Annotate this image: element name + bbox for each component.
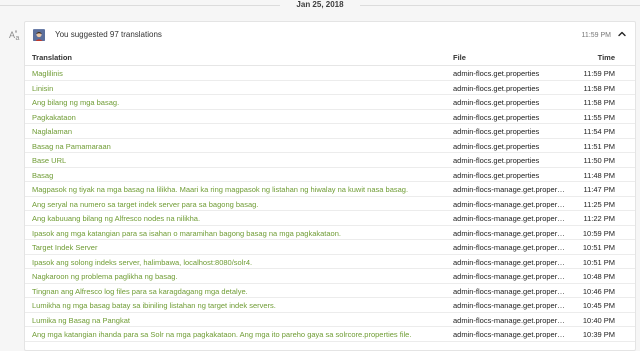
file-name: admin-flocs-manage.get.properties bbox=[453, 272, 565, 281]
table-row: Magpasok ng tiyak na mga basag na lilikh… bbox=[25, 182, 635, 197]
translation-link[interactable]: Nagkaroon ng problema paglikha ng basag. bbox=[32, 272, 447, 281]
activity-card: You suggested 97 translations 11:59 PM T… bbox=[24, 21, 636, 351]
row-time: 10:39 PM bbox=[582, 330, 615, 339]
file-name: admin-flocs.get.properties bbox=[453, 112, 540, 122]
translate-icon: A a bbox=[9, 29, 23, 41]
file-name: admin-flocs.get.properties bbox=[453, 170, 540, 180]
translation-link[interactable]: Lumikha ng mga basag batay sa ibiniling … bbox=[32, 301, 447, 310]
table-row: Naglalaman admin-flocs.get.properties 11:5… bbox=[25, 124, 635, 139]
file-name: admin-flocs-manage.get.properties bbox=[453, 286, 565, 296]
translation-link[interactable]: Magpasok ng tiyak na mga basag na lilikh… bbox=[32, 185, 447, 194]
row-time: 10:51 PM bbox=[582, 257, 615, 267]
row-time: 10:45 PM bbox=[582, 301, 615, 310]
table-row: Basag na Pamamaraan admin-flocs.get.prope… bbox=[25, 139, 635, 153]
row-time: 11:54 PM bbox=[583, 127, 615, 136]
row-time: 11:50 PM bbox=[583, 156, 615, 165]
translation-link[interactable]: Basag bbox=[32, 171, 447, 180]
activity-header: You suggested 97 translations 11:59 PM bbox=[25, 22, 635, 47]
row-time: 10:40 PM bbox=[582, 315, 615, 325]
file-name: admin-flocs-manage.get.properties bbox=[453, 185, 565, 194]
translation-link[interactable]: Base URL bbox=[32, 156, 447, 165]
row-time: 11:55 PM bbox=[583, 112, 615, 122]
translation-link[interactable]: Lumika ng Basag na Pangkat bbox=[32, 316, 447, 325]
table-row: Ipasok ang solong indeks server, halimba… bbox=[25, 255, 635, 269]
table-row: Linisin admin-flocs.get.properties 11:58 P… bbox=[25, 81, 635, 95]
table-row: Ang mga katangian ihanda para sa Solr na… bbox=[25, 327, 635, 342]
translation-link[interactable]: Tingnan ang Alfresco log files para sa k… bbox=[32, 287, 447, 296]
svg-text:a: a bbox=[16, 35, 20, 41]
date-label: Jan 25, 2018 bbox=[290, 0, 350, 9]
table-row: Maglilinis admin-flocs.get.properties 11:5… bbox=[25, 66, 635, 81]
row-time: 11:59 PM bbox=[583, 69, 615, 78]
translation-link[interactable]: Ang kabuuang bilang ng Alfresco nodes na… bbox=[32, 214, 447, 223]
translation-link[interactable]: Ang seryal na numero sa target indek ser… bbox=[32, 200, 447, 209]
table-row: Base URL admin-flocs.get.properties 11:50 … bbox=[25, 153, 635, 168]
table-row: Target Indek Server admin-flocs-manage.ge… bbox=[25, 240, 635, 255]
translation-link[interactable]: Naglalaman bbox=[32, 127, 447, 136]
date-separator: Jan 25, 2018 bbox=[0, 0, 640, 11]
translation-link[interactable]: Ang bilang ng mga basag. bbox=[32, 98, 447, 107]
table-row: Ang bilang ng mga basag. admin-flocs.get.… bbox=[25, 95, 635, 110]
table-row: Lumikha ng mga basag batay sa ibiniling … bbox=[25, 298, 635, 313]
column-header-translation: Translation bbox=[32, 53, 73, 62]
table-row: Lumika ng Basag na Pangkat admin-flocs-ma… bbox=[25, 313, 635, 327]
row-time: 10:51 PM bbox=[582, 243, 615, 252]
chevron-up-icon[interactable] bbox=[616, 28, 628, 40]
activity-summary: You suggested 97 translations bbox=[55, 30, 162, 39]
file-name: admin-flocs.get.properties bbox=[453, 69, 540, 78]
table-row: Pagkakataon admin-flocs.get.properties 11:… bbox=[25, 110, 635, 124]
file-name: admin-flocs.get.properties bbox=[453, 141, 540, 151]
file-name: admin-flocs.get.properties bbox=[453, 83, 540, 93]
file-name: admin-flocs-manage.get.properties bbox=[453, 330, 565, 339]
row-time: 10:46 PM bbox=[582, 286, 615, 296]
translation-link[interactable]: Ipasok ang solong indeks server, halimba… bbox=[32, 258, 447, 267]
avatar bbox=[33, 29, 45, 41]
file-name: admin-flocs-manage.get.properties bbox=[453, 257, 565, 267]
translation-link[interactable]: Maglilinis bbox=[32, 69, 447, 78]
file-name: admin-flocs-manage.get.properties bbox=[453, 315, 565, 325]
translation-link[interactable]: Linisin bbox=[32, 84, 447, 93]
translation-link[interactable]: Ipasok ang mga katangian para sa isahan … bbox=[32, 229, 447, 238]
table-header: Translation File Time bbox=[25, 48, 635, 66]
svg-text:A: A bbox=[9, 30, 15, 40]
file-name: admin-flocs-manage.get.properties bbox=[453, 243, 565, 252]
file-name: admin-flocs-manage.get.properties bbox=[453, 301, 565, 310]
row-time: 10:59 PM bbox=[582, 228, 615, 238]
column-header-time: Time bbox=[597, 53, 615, 62]
divider-left bbox=[0, 5, 280, 6]
file-name: admin-flocs-manage.get.properties bbox=[453, 214, 565, 223]
row-time: 10:48 PM bbox=[582, 272, 615, 281]
table-row: Ang kabuuang bilang ng Alfresco nodes na… bbox=[25, 211, 635, 226]
row-time: 11:58 PM bbox=[583, 98, 615, 107]
table-body: Maglilinis admin-flocs.get.properties 11:5… bbox=[25, 66, 635, 342]
translation-link[interactable]: Ang mga katangian ihanda para sa Solr na… bbox=[32, 330, 447, 339]
row-time: 11:22 PM bbox=[583, 214, 615, 223]
table-row: Nagkaroon ng problema paglikha ng basag.… bbox=[25, 269, 635, 284]
row-time: 11:25 PM bbox=[583, 199, 615, 209]
divider-right bbox=[360, 5, 640, 6]
translation-link[interactable]: Basag na Pamamaraan bbox=[32, 142, 447, 151]
file-name: admin-flocs-manage.get.properties bbox=[453, 228, 565, 238]
translation-link[interactable]: Pagkakataon bbox=[32, 113, 447, 122]
translations-table: Translation File Time Maglilinis admin-fl… bbox=[25, 48, 635, 342]
row-time: 11:51 PM bbox=[583, 141, 615, 151]
row-time: 11:58 PM bbox=[583, 83, 615, 93]
table-row: Ang seryal na numero sa target indek ser… bbox=[25, 197, 635, 211]
table-row: Tingnan ang Alfresco log files para sa k… bbox=[25, 284, 635, 298]
file-name: admin-flocs-manage.get.properties bbox=[453, 199, 565, 209]
row-time: 11:47 PM bbox=[583, 185, 615, 194]
translation-link[interactable]: Target Indek Server bbox=[32, 243, 447, 252]
file-name: admin-flocs.get.properties bbox=[453, 156, 540, 165]
file-name: admin-flocs.get.properties bbox=[453, 127, 540, 136]
activity-time: 11:59 PM bbox=[581, 32, 611, 39]
table-row: Ipasok ang mga katangian para sa isahan … bbox=[25, 226, 635, 240]
column-header-file: File bbox=[453, 53, 466, 62]
file-name: admin-flocs.get.properties bbox=[453, 98, 540, 107]
row-time: 11:48 PM bbox=[583, 170, 615, 180]
table-row: Basag admin-flocs.get.properties 11:48 PM bbox=[25, 168, 635, 182]
